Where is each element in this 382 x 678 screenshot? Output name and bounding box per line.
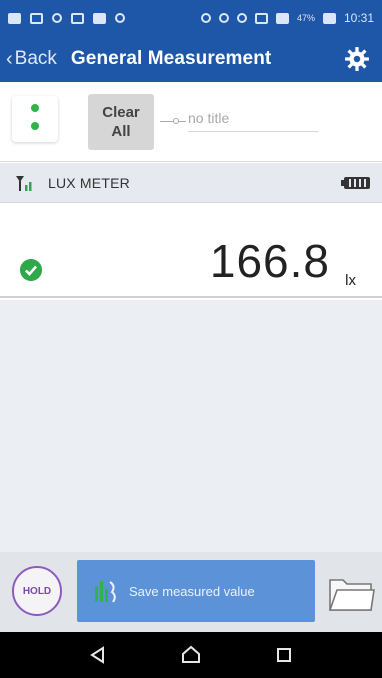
- menu-dot-icon: [31, 104, 39, 112]
- clock-icon: [236, 13, 247, 23]
- battery-percent: 47%: [296, 13, 315, 23]
- battery-status-icon: [322, 12, 336, 24]
- app-icon: [71, 12, 84, 24]
- clear-label-line2: All: [111, 123, 131, 140]
- folder-icon[interactable]: [327, 570, 375, 614]
- device-battery-icon: [344, 177, 370, 189]
- chevron-left-icon: ‹: [6, 47, 13, 70]
- app-header: ‹ Back General Measurement: [0, 36, 382, 82]
- back-button[interactable]: ‹ Back: [0, 48, 57, 71]
- screen-icon: [30, 12, 43, 24]
- back-icon[interactable]: [83, 640, 113, 670]
- measurement-list: [0, 300, 382, 552]
- status-time: 10:31: [343, 11, 374, 25]
- measurement-value: 166.8: [209, 235, 330, 287]
- hold-button[interactable]: HOLD: [12, 566, 62, 616]
- status-left-icons: [8, 12, 125, 24]
- antenna-icon: [16, 175, 32, 191]
- measurement-unit: lx: [345, 272, 356, 289]
- save-measured-value-button[interactable]: Save measured value: [77, 560, 315, 622]
- action-bar: HOLD Save measured value: [0, 552, 382, 632]
- wifi-icon: [254, 12, 268, 24]
- page-title: General Measurement: [70, 48, 272, 69]
- device-band: LUX METER: [0, 163, 382, 203]
- recents-icon[interactable]: [269, 640, 299, 670]
- check-icon: [20, 259, 42, 281]
- menu-button[interactable]: [12, 96, 58, 142]
- status-bar: 47% 10:31: [0, 0, 382, 36]
- back-label: Back: [14, 48, 57, 69]
- sync-icon: [52, 13, 62, 23]
- clear-all-button[interactable]: Clear All: [88, 94, 154, 150]
- device-name: LUX METER: [48, 174, 130, 191]
- clear-label-line1: Clear: [102, 104, 140, 121]
- title-field[interactable]: no title: [188, 106, 318, 132]
- save-label: Save measured value: [129, 583, 255, 599]
- menu-dot-icon: [31, 122, 39, 130]
- gear-icon[interactable]: [344, 46, 370, 72]
- android-nav-bar: [0, 632, 382, 678]
- signal-icon: [275, 12, 289, 24]
- message-icon: [8, 12, 21, 24]
- settings-icon: [115, 13, 125, 23]
- home-icon[interactable]: [176, 640, 206, 670]
- title-knob-icon: [173, 118, 179, 124]
- bluetooth-icon: [200, 13, 211, 23]
- save-data-icon: [95, 581, 116, 603]
- status-right-icons: 47% 10:31: [200, 11, 374, 25]
- measurement-row[interactable]: 166.8 lx: [0, 204, 382, 298]
- key-icon: [218, 13, 229, 23]
- photo-icon: [93, 12, 106, 24]
- hold-label: HOLD: [22, 585, 52, 597]
